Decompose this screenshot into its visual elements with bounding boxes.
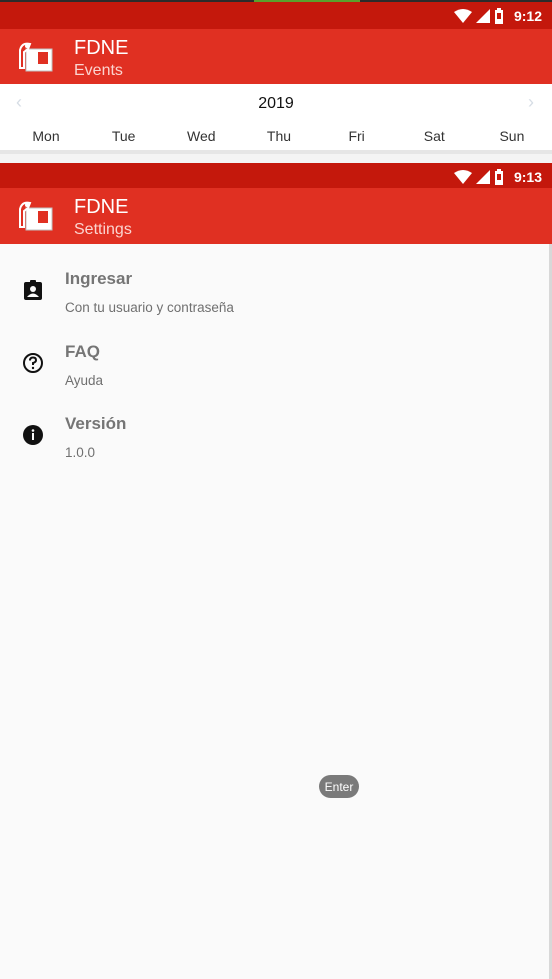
- settings-item-faq[interactable]: FAQ Ayuda: [0, 327, 552, 397]
- settings-item-ingresar[interactable]: Ingresar Con tu usuario y contraseña: [0, 254, 552, 324]
- weekday-label: Wed: [187, 128, 216, 144]
- status-time: 9:13: [513, 168, 542, 185]
- calendar-year: 2019: [258, 95, 294, 112]
- app-subtitle: Settings: [74, 221, 132, 238]
- app-title: FDNE: [74, 196, 129, 218]
- info-icon: [23, 425, 43, 445]
- weekday-row: Mon Tue Wed Thu Fri Sat Sun: [0, 128, 552, 144]
- weekday-label: Sat: [423, 128, 445, 144]
- settings-item-desc: Con tu usuario y contraseña: [65, 300, 234, 315]
- help-outline-icon: [23, 353, 43, 373]
- settings-item-label: Ingresar: [65, 269, 133, 288]
- settings-item-desc: 1.0.0: [65, 445, 96, 460]
- app-subtitle: Events: [74, 62, 123, 79]
- settings-item-label: FAQ: [65, 342, 100, 361]
- status-bar-top: 9:12: [0, 2, 552, 29]
- chevron-right-icon[interactable]: ›: [528, 92, 534, 113]
- app-bar-settings: FDNE Settings: [0, 188, 552, 244]
- status-bar-bottom: 9:13: [0, 163, 552, 190]
- weekday-label: Thu: [266, 128, 292, 144]
- enter-tooltip: Enter: [319, 775, 359, 798]
- wifi-icon: [453, 169, 472, 184]
- assignment-ind-icon: [24, 280, 42, 300]
- settings-item-desc: Ayuda: [65, 373, 104, 388]
- fdne-logo-icon: [19, 42, 53, 72]
- app-bar-events: FDNE Events: [0, 29, 552, 85]
- weekday-label: Sun: [499, 128, 525, 144]
- weekday-label: Mon: [32, 128, 60, 144]
- fdne-logo-icon: [19, 201, 53, 231]
- settings-list: Ingresar Con tu usuario y contraseña FAQ…: [0, 244, 552, 979]
- settings-item-version[interactable]: Versión 1.0.0: [0, 399, 552, 469]
- screen-divider: [0, 154, 552, 163]
- battery-icon: [494, 168, 503, 185]
- calendar-header: ‹ 2019 › Mon Tue Wed Thu Fri Sat Sun: [0, 84, 552, 154]
- app-title: FDNE: [74, 37, 129, 59]
- status-time: 9:12: [513, 7, 542, 24]
- weekday-label: Fri: [348, 128, 365, 144]
- wifi-icon: [453, 8, 472, 23]
- weekday-label: Tue: [111, 128, 136, 144]
- signal-icon: [475, 169, 490, 184]
- signal-icon: [475, 8, 490, 23]
- settings-item-label: Versión: [65, 414, 127, 433]
- battery-icon: [494, 7, 503, 24]
